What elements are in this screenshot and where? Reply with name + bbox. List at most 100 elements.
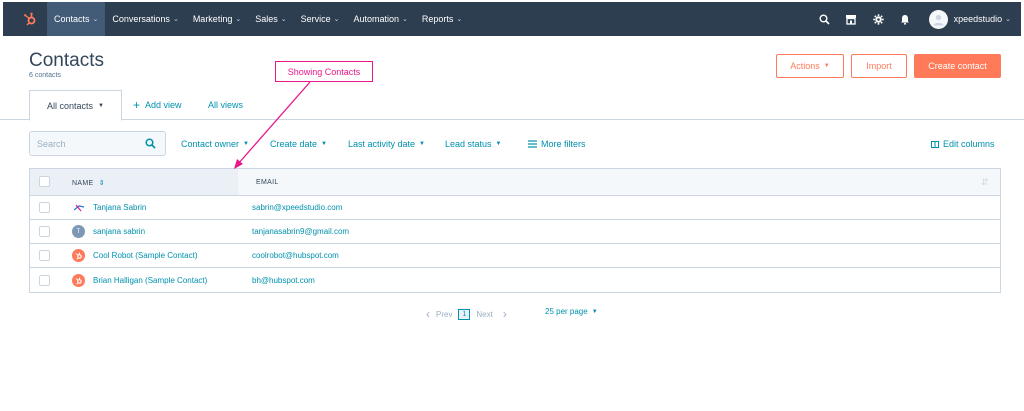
tab-all-contacts[interactable]: All contacts ▼	[29, 90, 122, 121]
page-number-current[interactable]: 1	[458, 308, 471, 320]
hubspot-avatar-icon	[72, 249, 85, 262]
nav-label: Service	[300, 14, 331, 24]
last-activity-date-filter[interactable]: Last activity date ▼	[348, 139, 425, 149]
add-view-button[interactable]: + Add view	[133, 90, 182, 120]
user-avatar	[928, 9, 948, 29]
nav-label: Reports	[421, 14, 454, 24]
chevron-down-icon: ⌄	[172, 16, 179, 23]
avatar-initial: T	[76, 228, 81, 235]
contact-name-link[interactable]: sanjana sabrin	[93, 227, 145, 236]
contact-email-link[interactable]: tanjanasabrin9@gmail.com	[252, 227, 349, 236]
email-column-header[interactable]: EMAIL	[256, 179, 279, 186]
contact-name-link[interactable]: Cool Robot (Sample Contact)	[93, 251, 198, 260]
sort-arrows-icon[interactable]: ⇵	[981, 177, 989, 188]
nav-reports[interactable]: Reports ⌄	[415, 2, 469, 36]
chevron-down-icon: ⌄	[402, 16, 408, 23]
create-contact-label: Create contact	[928, 61, 987, 71]
filter-label: Create date	[270, 139, 318, 149]
edit-columns-button[interactable]: Edit columns	[931, 139, 995, 149]
name-column-header-bg	[30, 169, 238, 195]
marketplace-icon[interactable]	[838, 2, 865, 36]
import-button[interactable]: Import	[851, 54, 907, 78]
search-placeholder: Search	[37, 138, 66, 149]
contact-name-link[interactable]: Tanjana Sabrin	[93, 203, 146, 212]
column-label: NAME	[72, 180, 94, 187]
contact-name-link[interactable]: Brian Halligan (Sample Contact)	[93, 276, 207, 285]
table-row[interactable]: Tanjana Sabrin sabrin@xpeedstudio.com	[30, 196, 1000, 220]
caret-down-icon: ▼	[495, 141, 502, 147]
nav-label: Conversations	[112, 14, 170, 24]
username: xpeedstudio	[953, 14, 1003, 24]
search-icon[interactable]	[811, 2, 838, 36]
table-header: NAME ⇕ EMAIL ⇵	[30, 169, 1000, 196]
search-input[interactable]: Search	[29, 131, 166, 156]
view-tabs: All contacts ▼ + Add view All views	[29, 90, 1001, 121]
hubspot-logo-icon[interactable]	[13, 2, 47, 36]
table-row[interactable]: Brian Halligan (Sample Contact) bh@hubsp…	[30, 268, 1000, 292]
caret-down-icon: ▼	[823, 63, 830, 69]
all-views-link[interactable]: All views	[208, 90, 243, 120]
nav-label: Contacts	[54, 14, 90, 24]
pagination: ‹ Prev 1 Next ›	[426, 307, 507, 321]
annotation-text: Showing Contacts	[287, 66, 361, 77]
chevron-right-icon[interactable]: ›	[503, 307, 507, 321]
nav-label: Marketing	[192, 14, 233, 24]
prev-button[interactable]: Prev	[436, 310, 452, 319]
edit-columns-label: Edit columns	[943, 139, 995, 149]
nav-marketing[interactable]: Marketing ⌄	[186, 2, 248, 36]
contact-email-link[interactable]: bh@hubspot.com	[252, 276, 315, 285]
table-row[interactable]: Cool Robot (Sample Contact) coolrobot@hu…	[30, 244, 1000, 268]
select-all-checkbox[interactable]	[39, 176, 50, 187]
nav-service[interactable]: Service ⌄	[294, 2, 347, 36]
caret-down-icon: ▼	[321, 141, 327, 147]
chevron-left-icon[interactable]: ‹	[426, 307, 430, 321]
nav-contacts[interactable]: Contacts ⌄	[47, 2, 106, 36]
page-title: Contacts	[29, 50, 104, 71]
sort-icon[interactable]: ⇕	[99, 180, 105, 187]
filter-label: Contact owner	[181, 139, 240, 149]
main-menu: Contacts ⌄ Conversations ⌄ Marketing ⌄ Sale…	[47, 2, 469, 36]
next-button[interactable]: Next	[476, 310, 492, 319]
filter-label: Lead status	[445, 139, 492, 149]
caret-down-icon: ▼	[419, 141, 425, 147]
contact-email-link[interactable]: sabrin@xpeedstudio.com	[252, 203, 342, 212]
annotation-callout: Showing Contacts	[275, 61, 373, 82]
import-label: Import	[866, 61, 892, 71]
row-checkbox[interactable]	[39, 274, 50, 286]
contact-email-link[interactable]: coolrobot@hubspot.com	[252, 251, 339, 260]
row-checkbox[interactable]	[39, 202, 50, 213]
table-row[interactable]: T sanjana sabrin tanjanasabrin9@gmail.co…	[30, 220, 1000, 244]
actions-label: Actions	[790, 61, 820, 71]
tab-label: All contacts	[47, 100, 94, 111]
caret-down-icon: ▼	[98, 102, 104, 109]
row-checkbox[interactable]	[39, 226, 50, 237]
search-icon[interactable]	[145, 138, 156, 151]
create-date-filter[interactable]: Create date ▼	[270, 139, 327, 149]
settings-gear-icon[interactable]	[865, 2, 892, 36]
filter-label: Last activity date	[348, 139, 416, 149]
hubspot-avatar-icon	[72, 273, 85, 287]
nav-label: Sales	[255, 14, 278, 24]
contact-owner-filter[interactable]: Contact owner ▼	[181, 139, 249, 149]
more-filters-label: More filters	[541, 139, 586, 149]
lead-status-filter[interactable]: Lead status ▼	[445, 139, 502, 149]
caret-down-icon: ▼	[591, 308, 598, 315]
per-page-select[interactable]: 25 per page ▼	[545, 307, 598, 316]
xpeed-logo-icon	[72, 201, 85, 214]
user-menu[interactable]: xpeedstudio ⌄	[928, 9, 1011, 29]
column-label: EMAIL	[256, 179, 279, 186]
more-filters-button[interactable]: More filters	[528, 139, 586, 149]
nav-automation[interactable]: Automation ⌄	[346, 2, 414, 36]
contact-count: 6 contacts	[29, 72, 61, 79]
nav-conversations[interactable]: Conversations ⌄	[105, 2, 185, 36]
actions-button[interactable]: Actions ▼	[776, 54, 844, 78]
row-checkbox[interactable]	[39, 250, 50, 261]
nav-label: Automation	[353, 14, 400, 24]
contacts-table: NAME ⇕ EMAIL ⇵ Tanjana Sabrin sabrin@xpe…	[29, 168, 1001, 293]
notifications-bell-icon[interactable]	[892, 2, 919, 36]
nav-sales[interactable]: Sales ⌄	[248, 2, 293, 36]
create-contact-button[interactable]: Create contact	[914, 54, 1001, 78]
caret-down-icon: ▼	[243, 141, 249, 147]
name-column-header[interactable]: NAME ⇕	[72, 179, 105, 187]
per-page-label: 25 per page	[545, 307, 588, 316]
